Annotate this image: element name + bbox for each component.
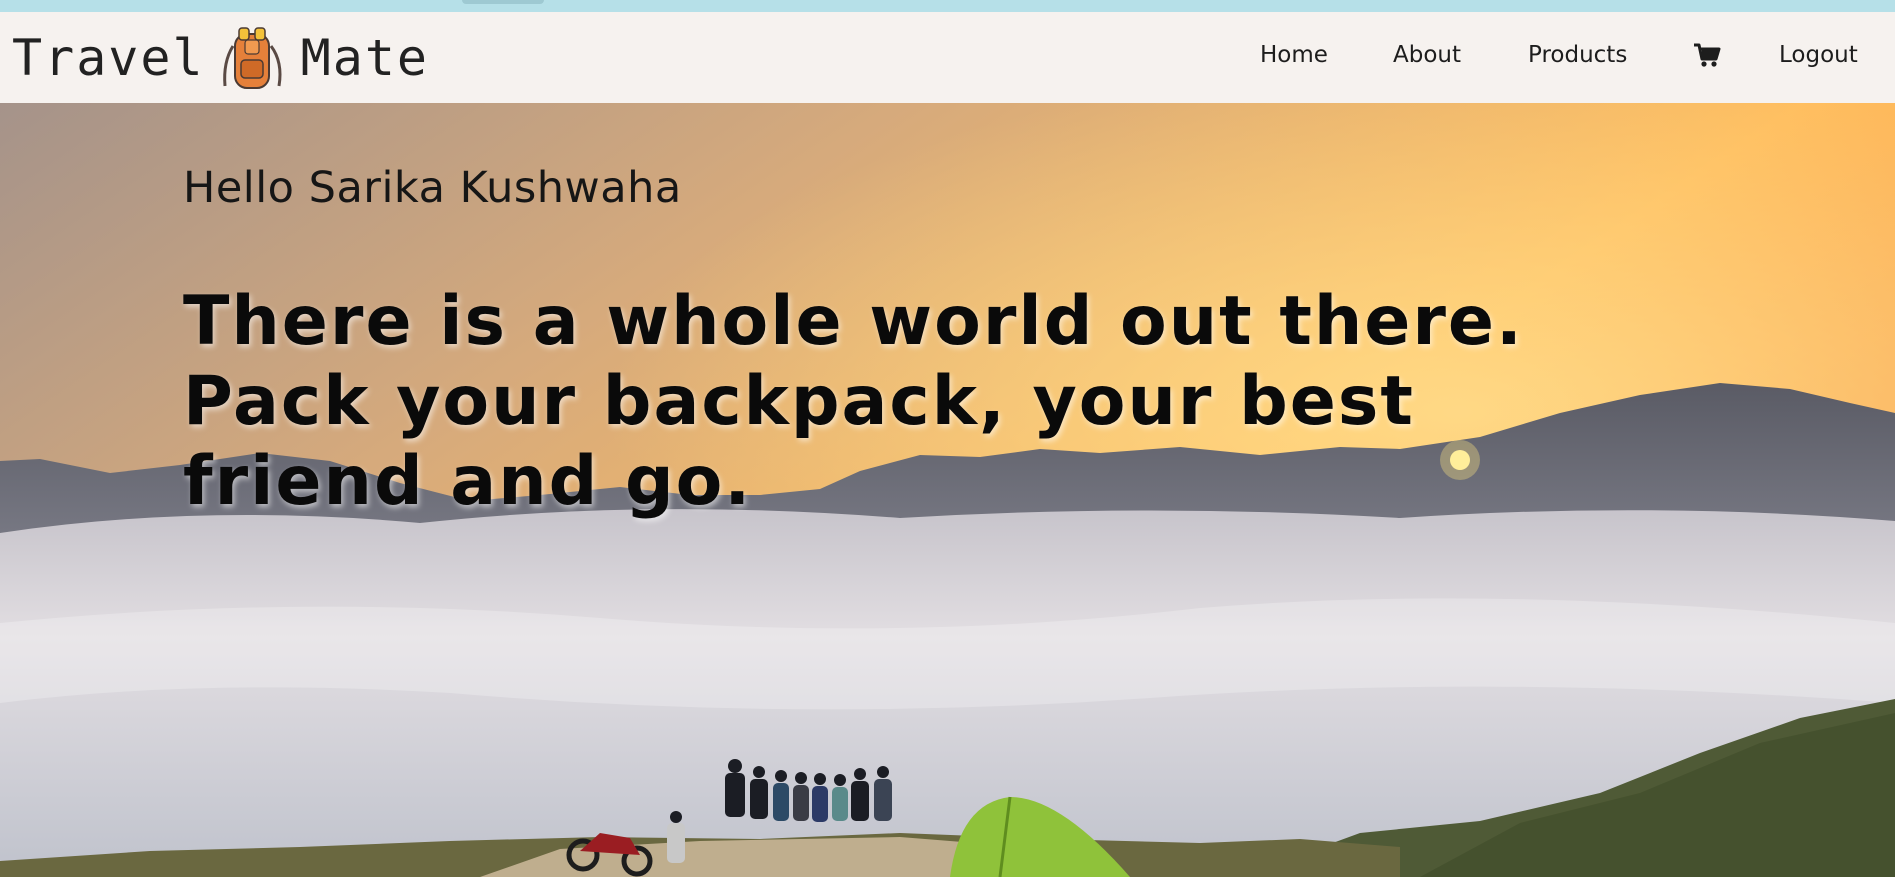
nav-home-link[interactable]: Home	[1260, 42, 1328, 68]
browser-tab-edge	[462, 0, 544, 4]
navbar: Travel Mate Home About Products Logout	[0, 12, 1895, 103]
hero-banner: Hello Sarika Kushwaha There is a whole w…	[0, 103, 1895, 877]
user-greeting: Hello Sarika Kushwaha	[183, 163, 682, 213]
nav-about-link[interactable]: About	[1393, 42, 1461, 68]
shopping-cart-icon[interactable]	[1693, 43, 1721, 69]
nav-logout-link[interactable]: Logout	[1779, 42, 1858, 68]
hero-tagline: There is a whole world out there. Pack y…	[183, 282, 1524, 521]
browser-top-strip	[0, 0, 1895, 12]
main-nav: Home About Products Logout	[0, 12, 1895, 103]
nav-products-link[interactable]: Products	[1528, 42, 1627, 68]
